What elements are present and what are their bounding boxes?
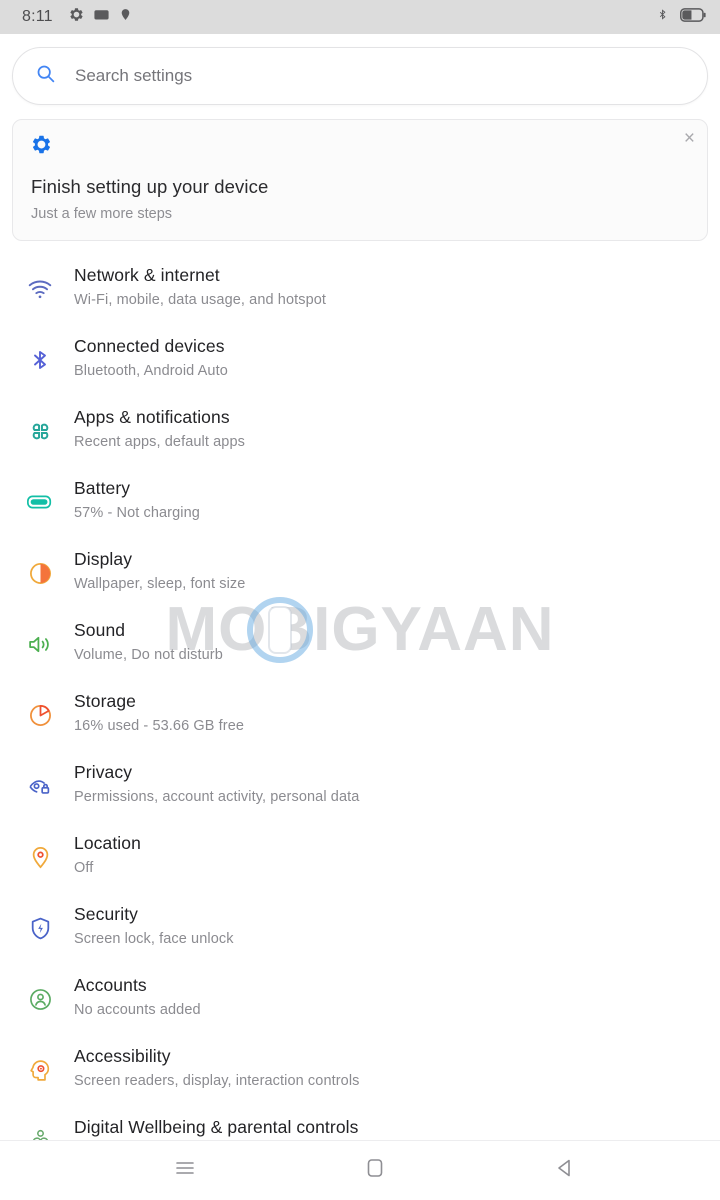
gear-icon [31, 135, 52, 159]
sidebar-item-security[interactable]: Security Screen lock, face unlock [0, 894, 720, 965]
row-text: Location Off [74, 823, 141, 876]
home-button[interactable] [280, 1141, 470, 1200]
sidebar-item-connected-devices[interactable]: Connected devices Bluetooth, Android Aut… [0, 326, 720, 397]
bluetooth-icon [22, 342, 58, 378]
search-input-placeholder[interactable]: Search settings [75, 66, 192, 86]
sidebar-item-subtitle: Wi-Fi, mobile, data usage, and hotspot [74, 292, 327, 308]
close-icon[interactable]: × [684, 129, 695, 148]
row-text: Privacy Permissions, account activity, p… [74, 752, 359, 805]
sidebar-item-label: Battery [74, 478, 131, 498]
location-pin-icon [119, 7, 132, 27]
back-triangle-icon [554, 1157, 576, 1184]
sidebar-item-label: Apps & notifications [74, 407, 230, 427]
back-button[interactable] [470, 1141, 660, 1200]
sound-speaker-icon [22, 626, 58, 662]
sidebar-item-storage[interactable]: Storage 16% used - 53.66 GB free [0, 681, 720, 752]
sidebar-item-label: Digital Wellbeing & parental controls [74, 1117, 359, 1137]
sidebar-item-label: Accessibility [74, 1046, 171, 1066]
screenshot-icon [93, 6, 110, 28]
sidebar-item-sound[interactable]: Sound Volume, Do not disturb [0, 610, 720, 681]
row-text: Connected devices Bluetooth, Android Aut… [74, 326, 228, 379]
wifi-icon [22, 271, 58, 307]
battery-icon [680, 7, 706, 27]
sidebar-item-subtitle: Recent apps, default apps [74, 434, 245, 450]
sidebar-item-label: Storage [74, 691, 136, 711]
recents-menu-icon [173, 1158, 197, 1183]
row-text: Security Screen lock, face unlock [74, 894, 234, 947]
gear-icon [69, 7, 84, 27]
sidebar-item-subtitle: Permissions, account activity, personal … [74, 789, 360, 805]
sidebar-item-subtitle: Bluetooth, Android Auto [74, 363, 228, 379]
storage-pie-icon [22, 697, 58, 733]
search-icon [35, 63, 56, 89]
sidebar-item-subtitle: Screen readers, display, interaction con… [74, 1073, 360, 1089]
setup-card-subtitle: Just a few more steps [31, 206, 173, 222]
sidebar-item-accessibility[interactable]: Accessibility Screen readers, display, i… [0, 1036, 720, 1107]
apps-icon [22, 413, 58, 449]
sidebar-item-label: Sound [74, 620, 126, 640]
accounts-person-icon [22, 981, 58, 1017]
sidebar-item-label: Security [74, 904, 139, 924]
sidebar-item-subtitle: 16% used - 53.66 GB free [74, 718, 245, 734]
sidebar-item-apps-notifications[interactable]: Apps & notifications Recent apps, defaul… [0, 397, 720, 468]
setup-card-title: Finish setting up your device [31, 176, 269, 197]
search-bar[interactable]: Search settings [12, 47, 708, 105]
sidebar-item-label: Display [74, 549, 133, 569]
sidebar-item-subtitle: Off [74, 860, 94, 876]
row-text: Display Wallpaper, sleep, font size [74, 539, 245, 592]
sidebar-item-battery[interactable]: Battery 57% - Not charging [0, 468, 720, 539]
row-text: Battery 57% - Not charging [74, 468, 200, 521]
home-square-icon [365, 1156, 385, 1185]
privacy-eye-lock-icon [22, 768, 58, 804]
sidebar-item-label: Accounts [74, 975, 147, 995]
row-text: Network & internet Wi-Fi, mobile, data u… [74, 255, 326, 308]
status-bar-left-icons [69, 6, 132, 28]
security-shield-icon [22, 910, 58, 946]
settings-list: Network & internet Wi-Fi, mobile, data u… [0, 255, 720, 1178]
accessibility-head-icon [22, 1052, 58, 1088]
row-text: Sound Volume, Do not disturb [74, 610, 223, 663]
sidebar-item-subtitle: Screen lock, face unlock [74, 931, 234, 947]
sidebar-item-subtitle: Volume, Do not disturb [74, 647, 223, 663]
row-text: Storage 16% used - 53.66 GB free [74, 681, 244, 734]
location-pin-icon [22, 839, 58, 875]
sidebar-item-privacy[interactable]: Privacy Permissions, account activity, p… [0, 752, 720, 823]
finish-setup-card[interactable]: Finish setting up your device Just a few… [12, 119, 708, 241]
status-bar-right-icons [657, 6, 706, 28]
battery-icon [22, 484, 58, 520]
sidebar-item-label: Privacy [74, 762, 133, 782]
navigation-bar [0, 1140, 720, 1200]
recents-button[interactable] [90, 1141, 280, 1200]
status-bar: 8:11 [0, 0, 720, 34]
row-text: Apps & notifications Recent apps, defaul… [74, 397, 245, 450]
sidebar-item-subtitle: Wallpaper, sleep, font size [74, 576, 246, 592]
sidebar-item-subtitle: 57% - Not charging [74, 505, 200, 521]
sidebar-item-location[interactable]: Location Off [0, 823, 720, 894]
row-text: Accounts No accounts added [74, 965, 201, 1018]
sidebar-item-accounts[interactable]: Accounts No accounts added [0, 965, 720, 1036]
status-bar-clock: 8:11 [22, 8, 53, 25]
sidebar-item-label: Connected devices [74, 336, 225, 356]
sidebar-item-display[interactable]: Display Wallpaper, sleep, font size [0, 539, 720, 610]
bluetooth-icon [657, 6, 668, 28]
sidebar-item-subtitle: No accounts added [74, 1002, 201, 1018]
row-text: Accessibility Screen readers, display, i… [74, 1036, 360, 1089]
sidebar-item-network-internet[interactable]: Network & internet Wi-Fi, mobile, data u… [0, 255, 720, 326]
display-contrast-icon [22, 555, 58, 591]
settings-page: Search settings Finish setting up your d… [0, 34, 720, 1200]
sidebar-item-label: Location [74, 833, 141, 853]
sidebar-item-label: Network & internet [74, 265, 220, 285]
